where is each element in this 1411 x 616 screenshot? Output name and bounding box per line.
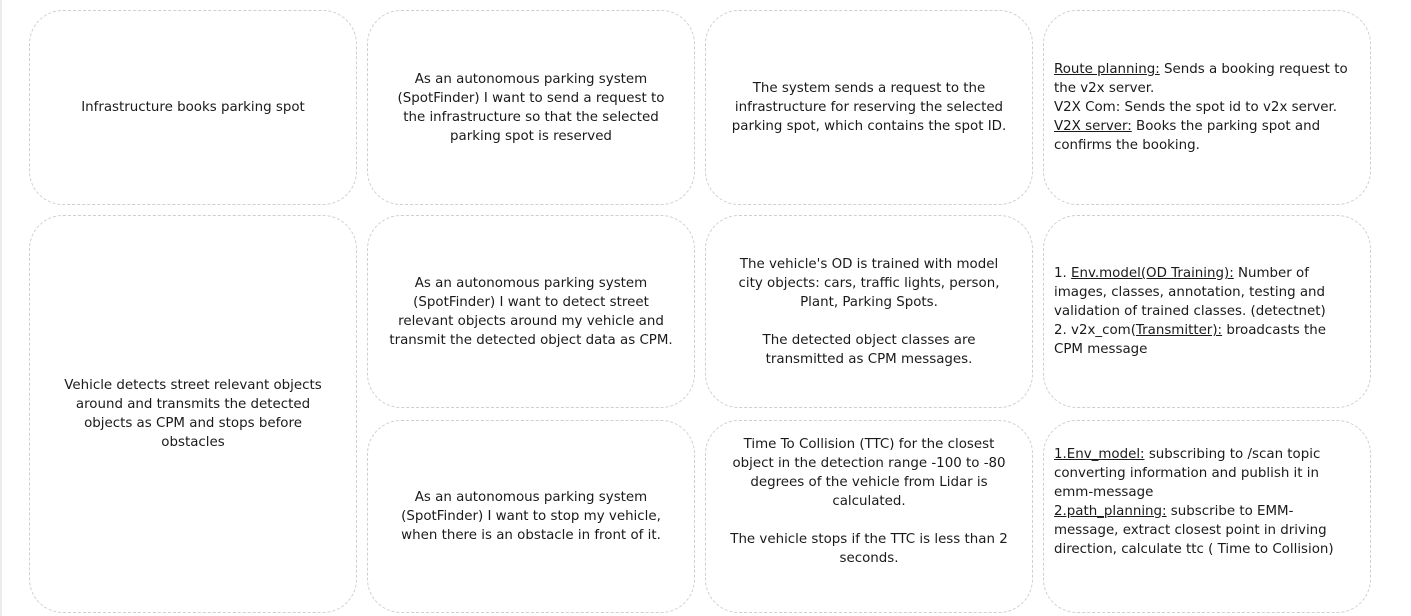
implementation-item-v2x-server: V2X server: Books the parking spot and c… xyxy=(1054,117,1356,155)
implementation-item-route-planning: Route planning: Sends a booking request … xyxy=(1054,60,1356,98)
user-story-text: As an autonomous parking system (SpotFin… xyxy=(401,490,661,543)
implementation-label: Transmitter): xyxy=(1135,323,1223,338)
implementation-label: 2.path_planning: xyxy=(1054,503,1167,519)
implementation-label: 1.Env_model: xyxy=(1054,446,1145,462)
page-left-edge xyxy=(0,0,2,616)
description-card-detect-objects[interactable]: The vehicle's OD is trained with model c… xyxy=(705,215,1033,408)
implementation-label: Env.model(OD Training): xyxy=(1071,266,1234,281)
user-story-text: As an autonomous parking system (SpotFin… xyxy=(389,275,673,348)
description-text: The system sends a request to the infras… xyxy=(731,81,1007,134)
implementation-card-detect-objects[interactable]: 1. Env.model(OD Training): Number of ima… xyxy=(1043,215,1371,408)
implementation-item-v2x-com: V2X Com: Sends the spot id to v2x server… xyxy=(1054,98,1356,117)
description-card-stop-vehicle[interactable]: Time To Collision (TTC) for the closest … xyxy=(705,420,1033,613)
description-text: The vehicle stops if the TTC is less tha… xyxy=(730,532,1008,566)
user-story-card-stop-vehicle[interactable]: As an autonomous parking system (SpotFin… xyxy=(367,420,695,613)
epic-card-detect-objects[interactable]: Vehicle detects street relevant objects … xyxy=(29,215,357,613)
description-text: The detected object classes are transmit… xyxy=(762,332,976,367)
implementation-item-v2x-com: 2. v2x_com(Transmitter): broadcasts the … xyxy=(1054,321,1356,359)
implementation-prefix: 1. xyxy=(1054,266,1072,281)
description-text: The vehicle's OD is trained with model c… xyxy=(738,256,1000,310)
description-text: Time To Collision (TTC) for the closest … xyxy=(732,437,1006,509)
user-story-card-book-parking[interactable]: As an autonomous parking system (SpotFin… xyxy=(367,10,695,205)
implementation-item-env-model: 1. Env.model(OD Training): Number of ima… xyxy=(1054,264,1356,321)
epic-card-book-parking[interactable]: Infrastructure books parking spot xyxy=(29,10,357,205)
implementation-label: V2X server: xyxy=(1054,119,1132,134)
epic-text: Vehicle detects street relevant objects … xyxy=(64,378,322,450)
epic-text: Infrastructure books parking spot xyxy=(81,100,305,115)
user-story-card-detect-objects[interactable]: As an autonomous parking system (SpotFin… xyxy=(367,215,695,408)
implementation-prefix: 2. v2x_com( xyxy=(1054,323,1136,338)
description-card-book-parking[interactable]: The system sends a request to the infras… xyxy=(705,10,1033,205)
implementation-item-path-planning: 2.path_planning: subscribe to EMM-messag… xyxy=(1054,502,1356,559)
implementation-card-book-parking[interactable]: Route planning: Sends a booking request … xyxy=(1043,10,1371,205)
implementation-label: Route planning: xyxy=(1054,62,1160,77)
implementation-text: V2X Com: Sends the spot id to v2x server… xyxy=(1054,100,1338,115)
implementation-card-stop-vehicle[interactable]: 1.Env_model: subscribing to /scan topic … xyxy=(1043,420,1371,613)
implementation-item-env-model: 1.Env_model: subscribing to /scan topic … xyxy=(1054,445,1356,502)
user-story-text: As an autonomous parking system (SpotFin… xyxy=(397,71,665,144)
